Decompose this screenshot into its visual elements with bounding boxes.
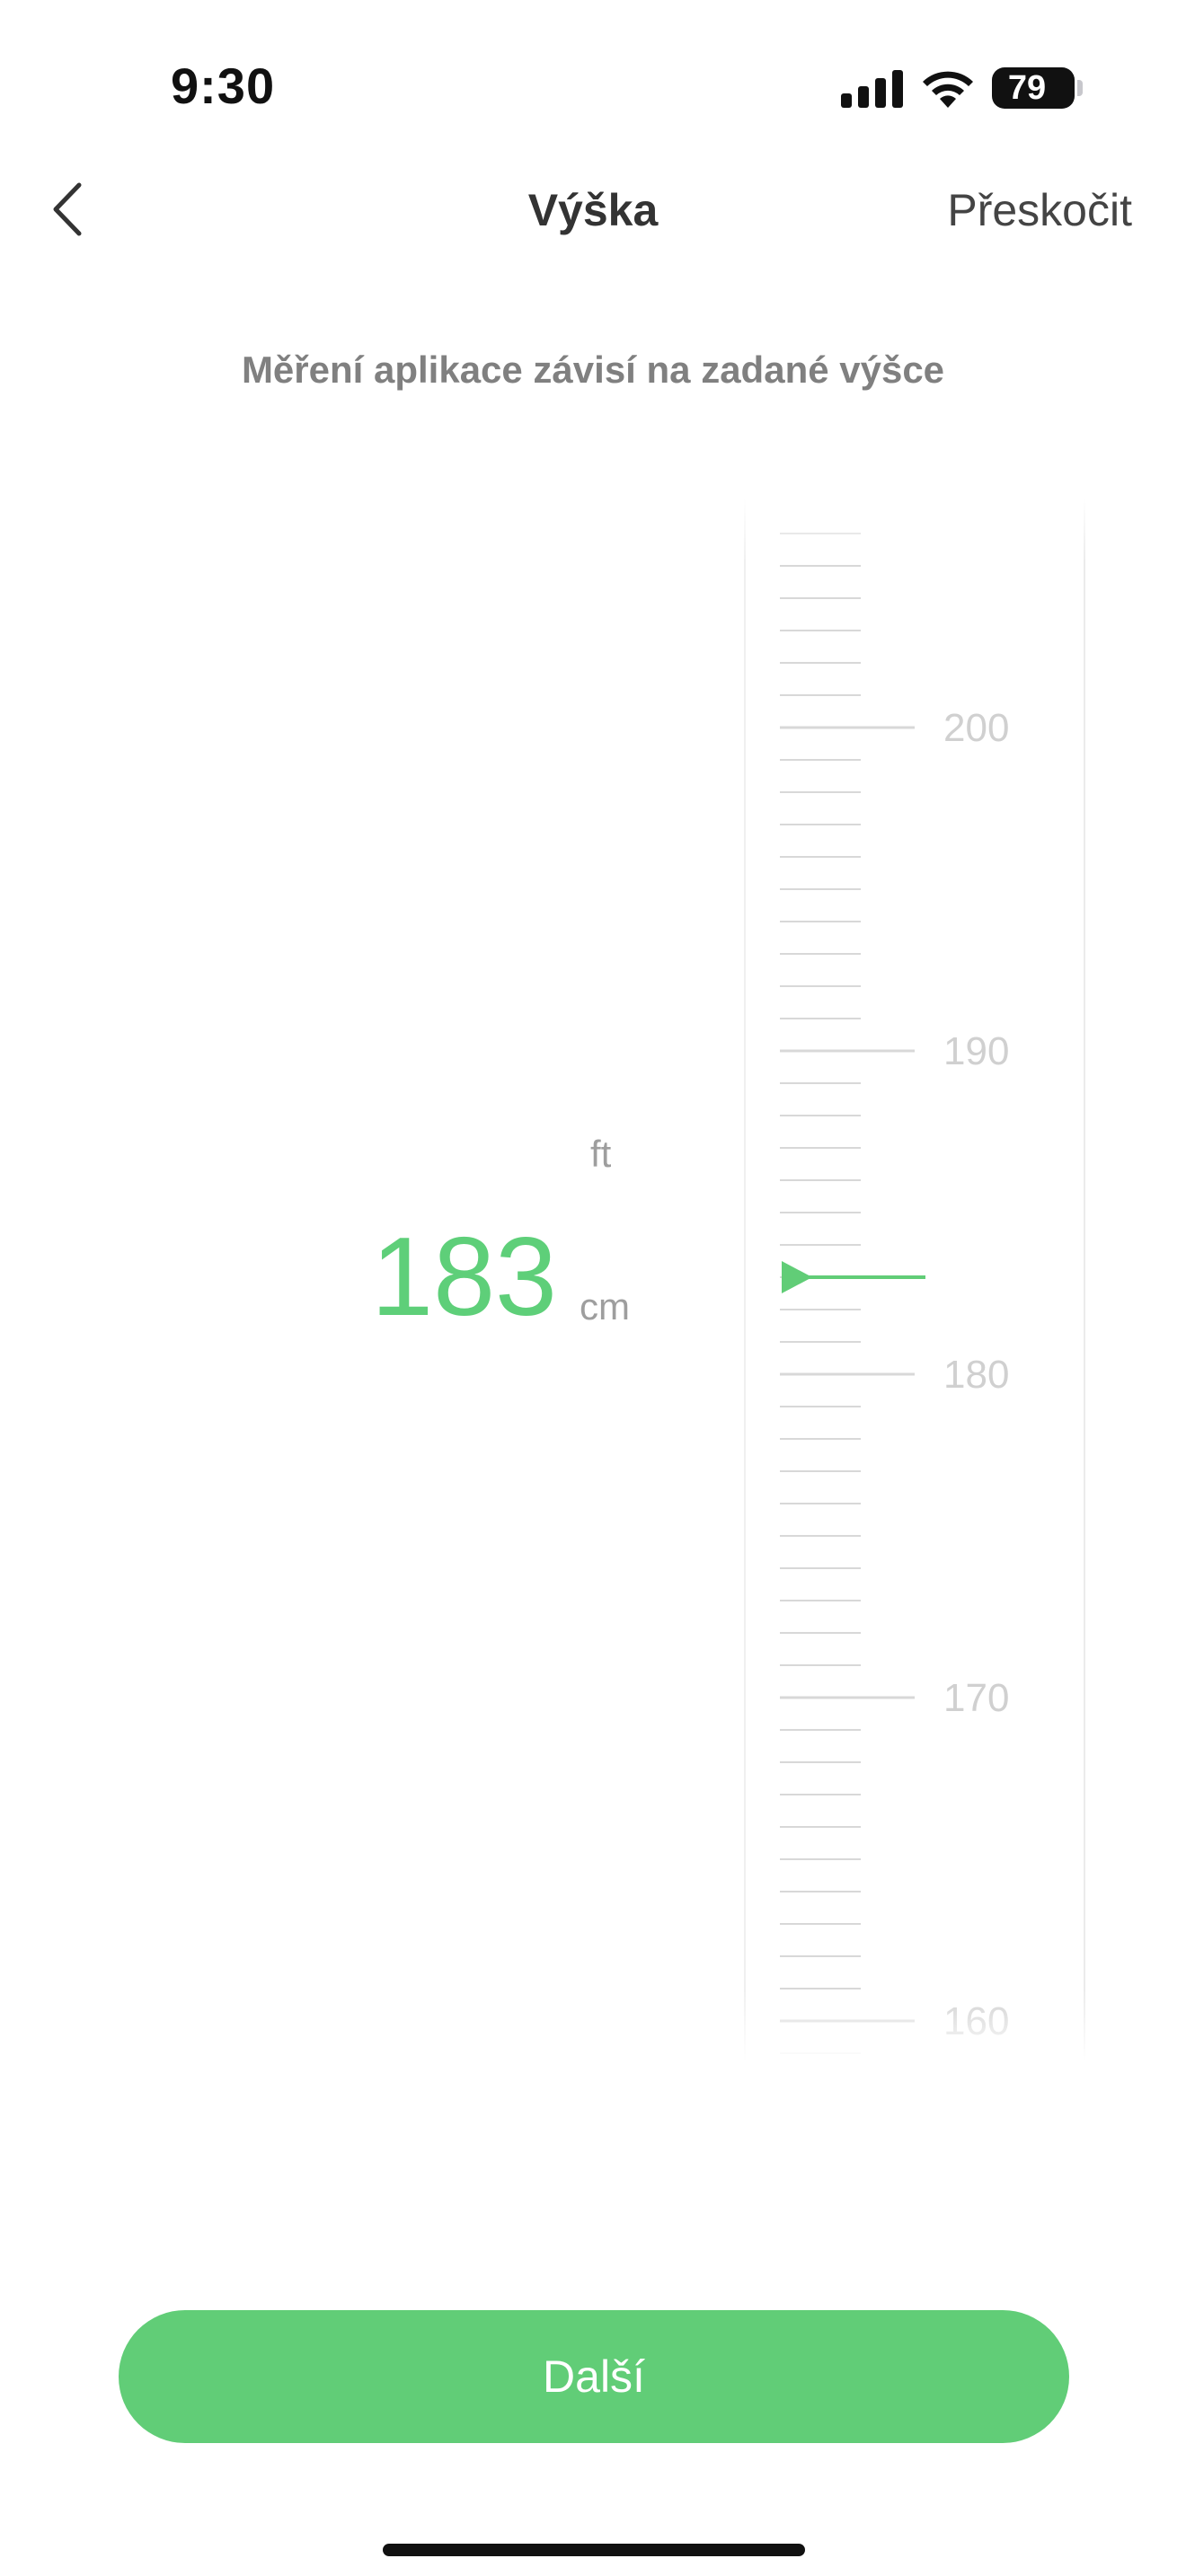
battery-nub <box>1077 80 1083 96</box>
height-value: 183 <box>371 1215 557 1339</box>
status-time: 9:30 <box>171 57 276 114</box>
ruler-fade-bottom <box>744 1989 1085 2061</box>
wifi-icon <box>923 71 973 108</box>
ruler-label: 180 <box>943 1353 1009 1397</box>
ruler-pointer <box>782 1261 925 1293</box>
subtitle: Měření aplikace závisí na zadané výšce <box>241 348 945 391</box>
ruler-label: 170 <box>943 1676 1009 1720</box>
skip-button[interactable]: Přeskočit <box>947 181 1132 239</box>
battery-level: 79 <box>1007 68 1047 107</box>
ruler-fade-top <box>744 498 1085 561</box>
next-button[interactable]: Další <box>119 2310 1069 2443</box>
battery-icon: 79 <box>992 67 1075 109</box>
unit-toggle-ft[interactable]: ft <box>590 1132 611 1177</box>
unit-toggle-cm[interactable]: cm <box>580 1284 630 1329</box>
ruler-label: 200 <box>943 706 1009 750</box>
cellular-signal-icon <box>841 70 904 108</box>
home-indicator <box>383 2544 805 2556</box>
ruler-label: 190 <box>943 1029 1009 1073</box>
